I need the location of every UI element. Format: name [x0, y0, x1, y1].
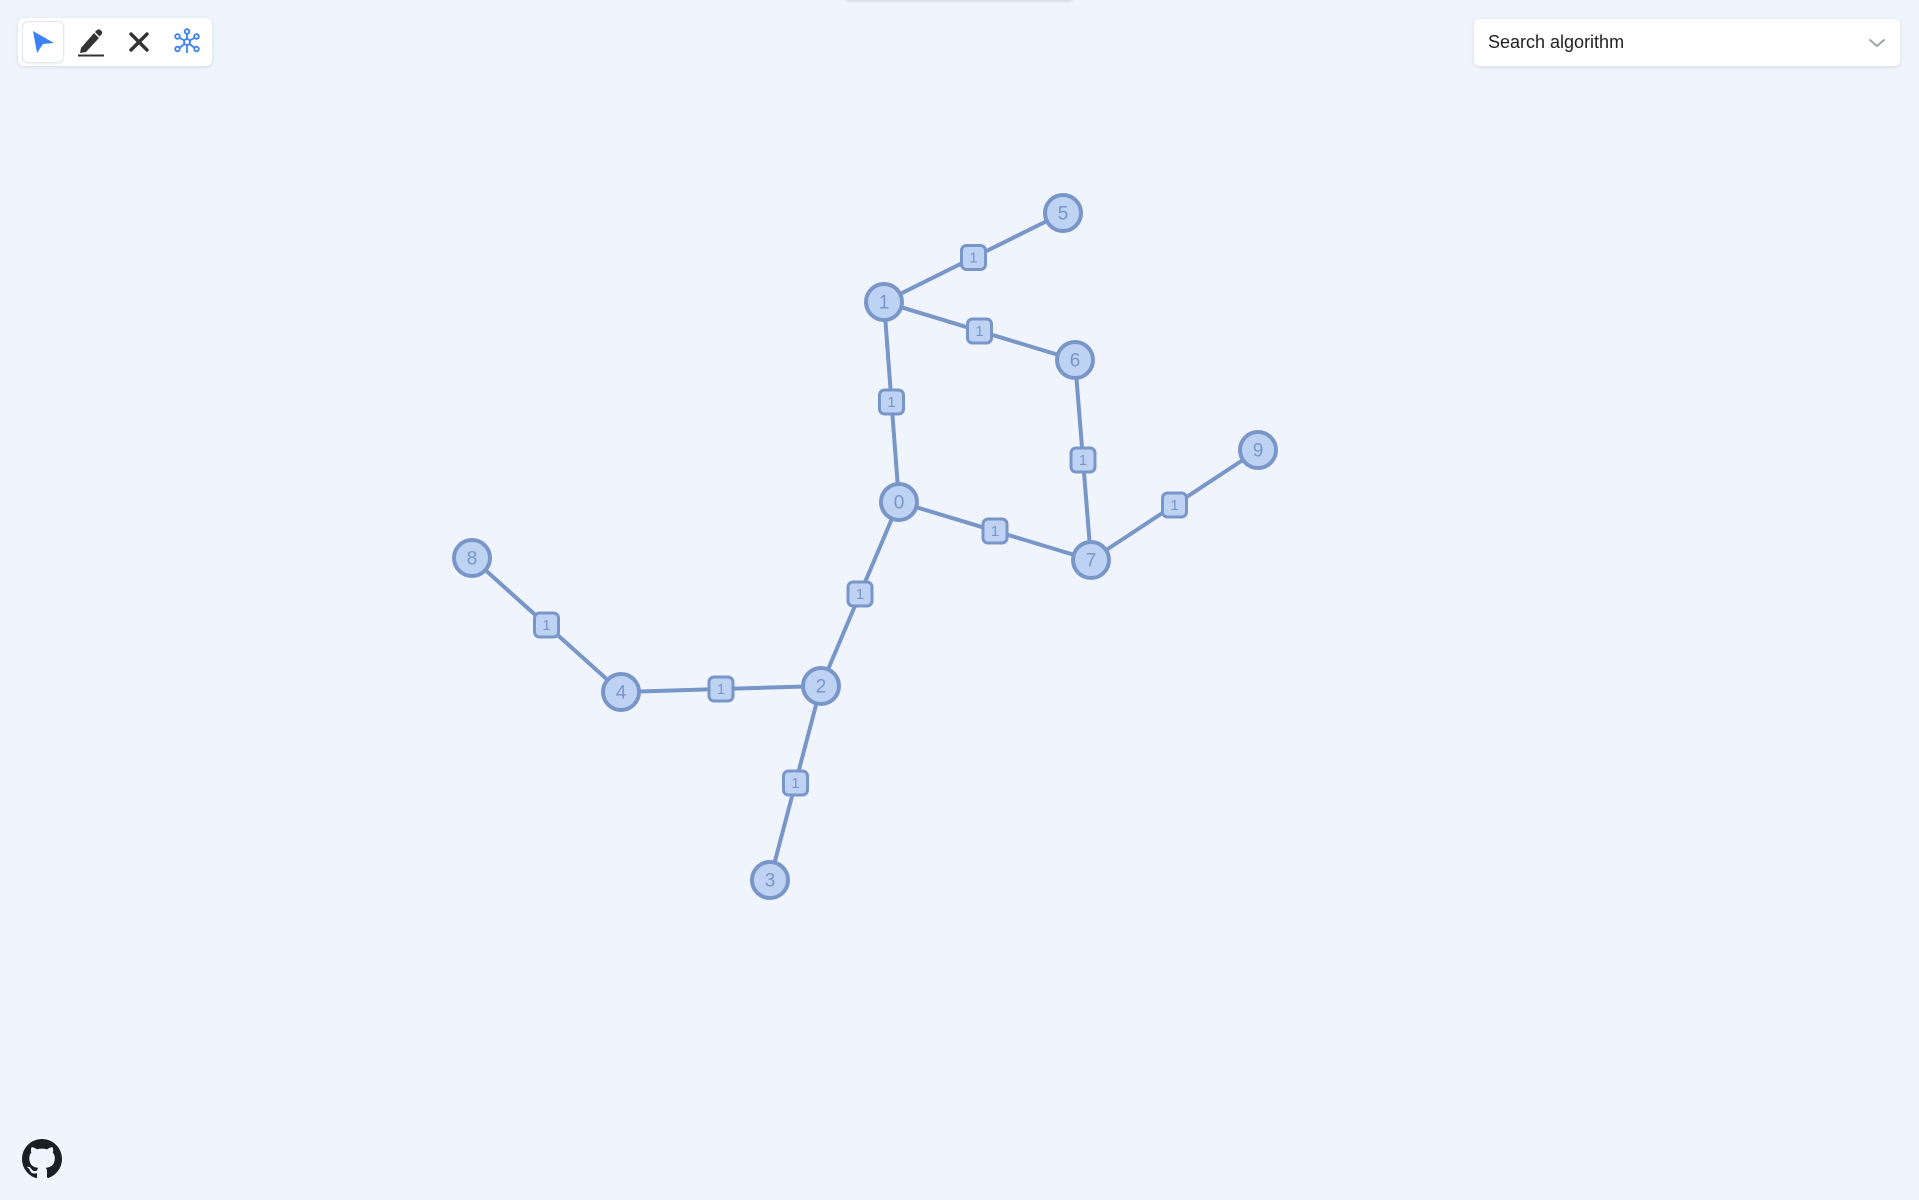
app-canvas[interactable]: Search algorithm 1111111111 0123456789: [0, 0, 1919, 1200]
edge-weight-label: 1: [542, 617, 550, 634]
edge-weight-0-7[interactable]: 1: [981, 517, 1009, 545]
graph-node-label: 6: [1070, 351, 1081, 372]
edge-weight-1-5[interactable]: 1: [960, 244, 987, 271]
graph-node-label: 4: [616, 683, 627, 704]
edge-weight-label: 1: [1170, 497, 1178, 514]
edge-weight-label: 1: [717, 681, 725, 698]
edge-weight-0-2[interactable]: 1: [846, 580, 874, 608]
edge-weight-7-9[interactable]: 1: [1161, 491, 1188, 519]
github-icon[interactable]: [22, 1139, 62, 1179]
graph-node-3[interactable]: 3: [750, 860, 790, 900]
graph-node-8[interactable]: 8: [452, 538, 492, 578]
edge-weight-1-0[interactable]: 1: [878, 388, 905, 416]
edge-weight-label: 1: [1079, 452, 1087, 469]
edge-weight-4-8[interactable]: 1: [533, 611, 560, 639]
graph-node-2[interactable]: 2: [801, 666, 841, 706]
graph-node-label: 1: [879, 293, 890, 314]
graph-node-label: 5: [1058, 204, 1069, 225]
edge-weight-label: 1: [975, 323, 983, 340]
graph-node-label: 8: [467, 549, 478, 570]
edge-weight-label: 1: [856, 586, 864, 603]
graph-node-label: 9: [1253, 441, 1264, 462]
graph-node-0[interactable]: 0: [879, 482, 919, 522]
graph-node-4[interactable]: 4: [601, 672, 641, 712]
edge-weight-label: 1: [887, 394, 895, 411]
graph-node-6[interactable]: 6: [1055, 340, 1095, 380]
graph-node-5[interactable]: 5: [1043, 193, 1083, 233]
edge-weight-label: 1: [969, 250, 977, 267]
graph-node-9[interactable]: 9: [1238, 430, 1278, 470]
edge-weight-1-6[interactable]: 1: [966, 317, 993, 345]
graph-node-label: 2: [816, 677, 827, 698]
graph-node-label: 3: [765, 871, 776, 892]
edge-weight-6-7[interactable]: 1: [1069, 446, 1097, 474]
edge-weight-label: 1: [791, 775, 799, 792]
graph-node-1[interactable]: 1: [864, 282, 904, 322]
graph-node-label: 7: [1086, 551, 1097, 572]
graph-node-7[interactable]: 7: [1071, 540, 1111, 580]
graph-canvas[interactable]: 1 1 1 1 1 1 1 1 1 1 0 1 2 3 4 5 6 7 8 9: [0, 0, 1919, 1200]
edge-weight-2-4[interactable]: 1: [707, 675, 735, 703]
edge-weight-label: 1: [991, 523, 999, 540]
graph-node-label: 0: [894, 493, 905, 514]
edge-weight-2-3[interactable]: 1: [782, 769, 809, 797]
